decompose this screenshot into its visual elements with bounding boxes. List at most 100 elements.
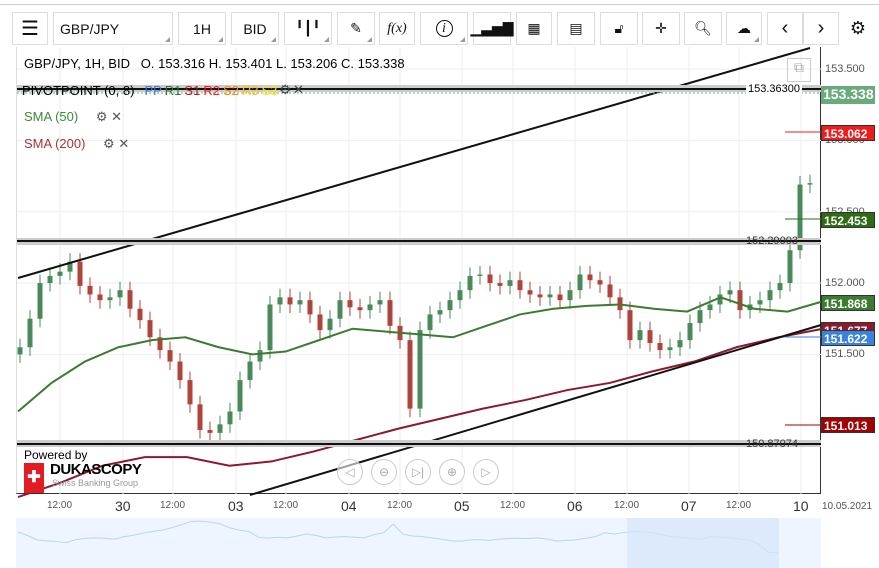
zoom-in-button[interactable]: ⊕: [439, 459, 465, 485]
powered-by: Powered by: [24, 448, 88, 462]
candle: [77, 261, 83, 286]
candle: [687, 323, 693, 341]
candle: [437, 310, 443, 315]
zoom-out-icon: ⊖: [378, 465, 390, 479]
skip-end-icon: ▷|: [411, 465, 425, 479]
navigator-window[interactable]: [627, 518, 779, 568]
candle: [787, 250, 793, 284]
triangle-right-icon: ▷: [481, 465, 491, 479]
pivot-level-pp[interactable]: PP: [144, 83, 161, 98]
price-tag: 151.013: [821, 417, 875, 433]
x-tick: 07: [681, 498, 697, 514]
scroll-left-button[interactable]: ◁: [337, 459, 363, 485]
candle: [217, 424, 223, 433]
candle: [417, 330, 423, 409]
price-tag: 153.338: [821, 86, 875, 104]
candle: [17, 347, 23, 355]
pivot-level-s2[interactable]: S2: [223, 83, 239, 98]
candle: [597, 280, 603, 285]
candle: [247, 361, 253, 381]
candle: [357, 307, 363, 311]
candle: [727, 290, 733, 295]
pivot-level-r1[interactable]: R1: [165, 83, 182, 98]
candle: [337, 300, 343, 319]
brand-subtitle: Swiss Banking Group: [52, 478, 139, 488]
pivot-settings-icon[interactable]: ⚙: [279, 82, 291, 98]
pivot-level-r2[interactable]: R2: [203, 83, 220, 98]
go-latest-button[interactable]: ▷|: [405, 459, 431, 485]
candle: [807, 183, 813, 185]
x-tick: 06: [567, 498, 583, 514]
candle: [527, 290, 533, 295]
ohlc-header: GBP/JPY, 1H, BID O. 153.316 H. 153.401 L…: [24, 56, 405, 71]
candle: [627, 310, 633, 341]
sma200-close-icon[interactable]: ✕: [118, 136, 129, 151]
lower-line-value: 150.87074: [746, 438, 798, 450]
candle: [97, 294, 103, 301]
candle: [407, 340, 413, 409]
candle: [467, 275, 473, 291]
candle: [587, 274, 593, 281]
sma50-label[interactable]: SMA (50): [24, 109, 78, 124]
candle: [697, 310, 703, 324]
sma200-settings-icon[interactable]: ⚙: [103, 136, 115, 151]
candle: [477, 274, 483, 276]
upper-line-value: 152.29003: [746, 235, 798, 247]
sma200-label[interactable]: SMA (200): [24, 136, 85, 151]
pivot-label[interactable]: PIVOTPOINT (0, 8): [22, 83, 134, 98]
candle: [57, 271, 63, 276]
candle: [317, 314, 323, 331]
y-tick: 151.500: [825, 348, 865, 360]
candle: [27, 318, 33, 348]
pivot-level-s3[interactable]: S3: [261, 83, 277, 98]
x-tick: 12:00: [500, 500, 526, 511]
candle: [147, 320, 153, 338]
candle: [167, 350, 173, 362]
candle: [257, 350, 263, 362]
candle: [577, 274, 583, 291]
candle: [667, 347, 673, 351]
candle: [517, 280, 523, 291]
zoom-in-icon: ⊕: [446, 465, 458, 479]
x-date-label: 10.05.2021: [822, 501, 873, 512]
scroll-right-button[interactable]: ▷: [473, 459, 499, 485]
candle: [557, 294, 563, 301]
candle: [227, 411, 233, 425]
candle: [277, 297, 283, 305]
candle: [297, 300, 303, 305]
popout-button[interactable]: ⧉: [787, 58, 811, 82]
pivot-close-icon[interactable]: ✕: [293, 82, 304, 98]
x-tick: 12:00: [160, 500, 186, 511]
candle: [267, 304, 273, 351]
candle: [487, 274, 493, 284]
pivot-level-r3[interactable]: R3: [242, 83, 259, 98]
x-tick: 12:00: [726, 500, 752, 511]
candle: [187, 380, 193, 405]
popout-icon: ⧉: [794, 59, 804, 75]
x-tick: 12:00: [47, 500, 73, 511]
candle: [367, 304, 373, 311]
candle: [717, 294, 723, 305]
trendline-lower[interactable]: [249, 324, 822, 496]
y-tick: 153.500: [825, 63, 865, 75]
candle: [737, 290, 743, 311]
sma50-close-icon[interactable]: ✕: [111, 109, 122, 124]
brand-name: DUKASCOPY: [50, 461, 142, 478]
candle: [47, 275, 53, 284]
y-tick: 152.000: [825, 277, 865, 289]
sma50-legend: SMA (50) ⚙ ✕: [24, 109, 122, 125]
candle: [87, 285, 93, 295]
sma50-settings-icon[interactable]: ⚙: [96, 109, 108, 124]
candle: [117, 290, 123, 298]
x-tick: 30: [115, 498, 131, 514]
candle: [567, 290, 573, 301]
candle: [657, 342, 663, 351]
candle: [37, 283, 43, 319]
pivot-level-s1[interactable]: S1: [184, 83, 200, 98]
x-tick: 12:00: [387, 500, 413, 511]
triangle-left-icon: ◁: [345, 465, 355, 479]
zoom-out-button[interactable]: ⊖: [371, 459, 397, 485]
candle: [447, 300, 453, 311]
dukascopy-logo-icon: ✚: [24, 463, 44, 493]
candle: [427, 314, 433, 331]
